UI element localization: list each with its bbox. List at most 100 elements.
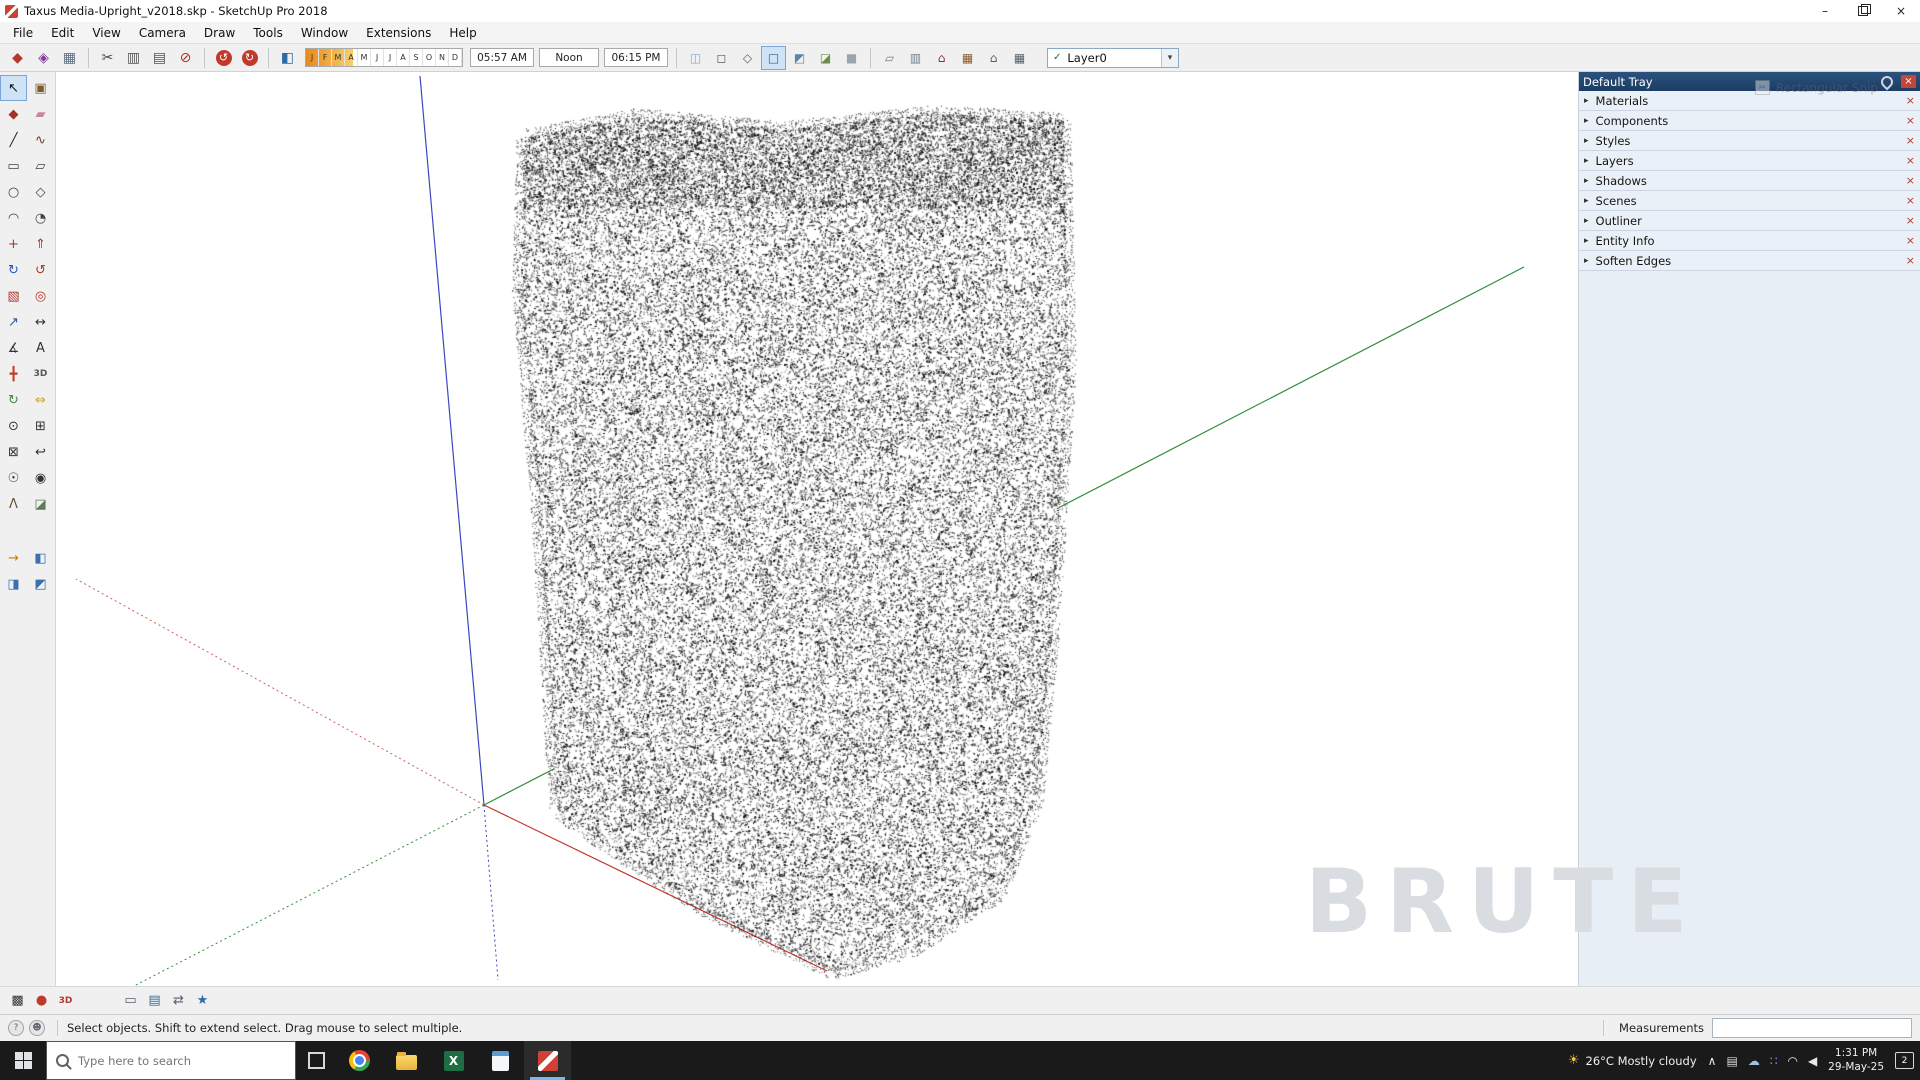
3d-text-tool[interactable]: 3D <box>27 361 54 387</box>
top-view-button[interactable]: ◩ <box>27 571 54 597</box>
copy-button[interactable]: ▥ <box>121 46 146 70</box>
close-icon[interactable]: × <box>1906 254 1915 267</box>
monochrome-style-button[interactable]: ■ <box>839 46 864 70</box>
dimension-tool[interactable]: ↔ <box>27 309 54 335</box>
teams-icon[interactable]: ∷ <box>1770 1055 1778 1067</box>
chrome-taskbar-button[interactable] <box>336 1041 383 1080</box>
onedrive-icon[interactable]: ☁ <box>1748 1055 1760 1067</box>
protractor-tool[interactable]: ∡ <box>0 335 27 361</box>
shadows-toggle[interactable]: ◧ <box>275 46 300 70</box>
tray-section-outliner[interactable]: ▸Outliner× <box>1579 211 1920 231</box>
text-tool[interactable]: A <box>27 335 54 361</box>
tray-section-components[interactable]: ▸Components× <box>1579 111 1920 131</box>
animation-export-button[interactable]: ▭ <box>119 990 142 1012</box>
pie-tool[interactable]: ◔ <box>27 205 54 231</box>
freehand-tool[interactable]: ∿ <box>27 127 54 153</box>
erase-button[interactable]: ⊘ <box>173 46 198 70</box>
tray-section-scenes[interactable]: ▸Scenes× <box>1579 191 1920 211</box>
paste-button[interactable]: ▤ <box>147 46 172 70</box>
select-tool[interactable]: ↖ <box>0 75 27 101</box>
user-icon[interactable]: ☻ <box>29 1020 45 1036</box>
close-icon[interactable]: × <box>1906 174 1915 187</box>
weather-widget[interactable]: ☀ 26°C Mostly cloudy <box>1568 1053 1697 1068</box>
monitor-button[interactable]: ▤ <box>143 990 166 1012</box>
expand-arrow-icon[interactable]: ▸ <box>1584 176 1589 186</box>
close-icon[interactable]: × <box>1906 114 1915 127</box>
zoom-tool[interactable]: ⊙ <box>0 413 27 439</box>
close-icon[interactable]: × <box>1906 134 1915 147</box>
text-editor-taskbar-button[interactable] <box>477 1041 524 1080</box>
xray-style-button[interactable]: ◫ <box>683 46 708 70</box>
expand-arrow-icon[interactable]: ▸ <box>1584 96 1589 106</box>
scale-tool[interactable]: ▧ <box>0 283 27 309</box>
restore-button[interactable] <box>1844 0 1882 22</box>
polygon-tool[interactable]: ◇ <box>27 179 54 205</box>
expand-arrow-icon[interactable]: ▸ <box>1584 236 1589 246</box>
tray-section-layers[interactable]: ▸Layers× <box>1579 151 1920 171</box>
iso-view-button[interactable]: ◧ <box>27 545 54 571</box>
action-center-button[interactable]: 2 <box>1895 1052 1914 1069</box>
menu-extensions[interactable]: Extensions <box>357 22 440 44</box>
sketchup-taskbar-button[interactable] <box>524 1041 571 1080</box>
chevron-down-icon[interactable]: ▾ <box>1161 49 1178 67</box>
warehouse-button[interactable]: ⌂ <box>929 46 954 70</box>
effects-button[interactable]: ★ <box>191 990 214 1012</box>
look-around-tool[interactable]: ◉ <box>27 465 54 491</box>
display-icon[interactable]: ▤ <box>1726 1055 1737 1067</box>
front-view-button[interactable]: ◨ <box>0 571 27 597</box>
tray-section-soften-edges[interactable]: ▸Soften Edges× <box>1579 251 1920 271</box>
help-icon[interactable]: ? <box>8 1020 24 1036</box>
tray-section-entity-info[interactable]: ▸Entity Info× <box>1579 231 1920 251</box>
file-explorer-taskbar-button[interactable] <box>383 1041 430 1080</box>
measurements-input[interactable] <box>1712 1018 1912 1038</box>
plugin-button-a[interactable]: ▩ <box>6 990 29 1012</box>
menu-edit[interactable]: Edit <box>42 22 83 44</box>
zoom-extents-tool[interactable]: ⊠ <box>0 439 27 465</box>
tray-section-shadows[interactable]: ▸Shadows× <box>1579 171 1920 191</box>
taskbar-search[interactable] <box>46 1041 296 1080</box>
menu-draw[interactable]: Draw <box>195 22 244 44</box>
move-tool[interactable]: + <box>0 231 27 257</box>
home-view-button[interactable]: ⌂ <box>981 46 1006 70</box>
model-viewport[interactable] <box>56 72 1578 986</box>
shadow-noon-slider[interactable]: Noon <box>539 48 599 67</box>
cut-button[interactable]: ✂ <box>95 46 120 70</box>
task-view-button[interactable] <box>296 1041 336 1080</box>
start-button[interactable] <box>0 1041 46 1080</box>
previous-view-tool[interactable]: ↩ <box>27 439 54 465</box>
expand-arrow-icon[interactable]: ▸ <box>1584 256 1589 266</box>
orbit-tool[interactable]: ↻ <box>0 387 27 413</box>
shadow-time-start-field[interactable]: 05:57 AM <box>470 48 534 67</box>
save-button[interactable]: ▦ <box>57 46 82 70</box>
follow-me-tool[interactable]: ↺ <box>27 257 54 283</box>
axes-tool[interactable]: ╋ <box>0 361 27 387</box>
shadow-time-end-field[interactable]: 06:15 PM <box>604 48 668 67</box>
circle-tool[interactable]: ○ <box>0 179 27 205</box>
export-arrow-button[interactable]: → <box>0 545 27 571</box>
tray-section-styles[interactable]: ▸Styles× <box>1579 131 1920 151</box>
wireframe-style-button[interactable]: ◇ <box>735 46 760 70</box>
pan-tool[interactable]: ⇔ <box>27 387 54 413</box>
expand-arrow-icon[interactable]: ▸ <box>1584 136 1589 146</box>
menu-camera[interactable]: Camera <box>130 22 195 44</box>
shaded-textures-style-button[interactable]: ◪ <box>813 46 838 70</box>
paint-bucket-tool[interactable]: ◆ <box>0 101 27 127</box>
expand-arrow-icon[interactable]: ▸ <box>1584 216 1589 226</box>
menu-window[interactable]: Window <box>292 22 357 44</box>
section-cut-toggle[interactable]: ▥ <box>903 46 928 70</box>
search-input[interactable] <box>76 1053 286 1069</box>
rotated-rectangle-tool[interactable]: ▱ <box>27 153 54 179</box>
extension-warehouse-button[interactable]: ▦ <box>955 46 980 70</box>
make-component-tool[interactable]: ▣ <box>27 75 54 101</box>
pin-icon[interactable] <box>1879 73 1896 90</box>
tape-measure-tool[interactable]: ↗ <box>0 309 27 335</box>
network-icon[interactable]: ◠ <box>1787 1055 1797 1067</box>
shadow-date-slider[interactable]: JFMAMJJASOND <box>305 48 463 67</box>
volume-icon[interactable]: ◀ <box>1808 1055 1817 1067</box>
close-icon[interactable]: × <box>1906 94 1915 107</box>
tray-close-button[interactable]: × <box>1901 75 1916 88</box>
hidden-line-style-button[interactable]: □ <box>761 46 786 70</box>
grid-view-button[interactable]: ▦ <box>1007 46 1032 70</box>
menu-view[interactable]: View <box>83 22 129 44</box>
close-icon[interactable]: × <box>1906 194 1915 207</box>
